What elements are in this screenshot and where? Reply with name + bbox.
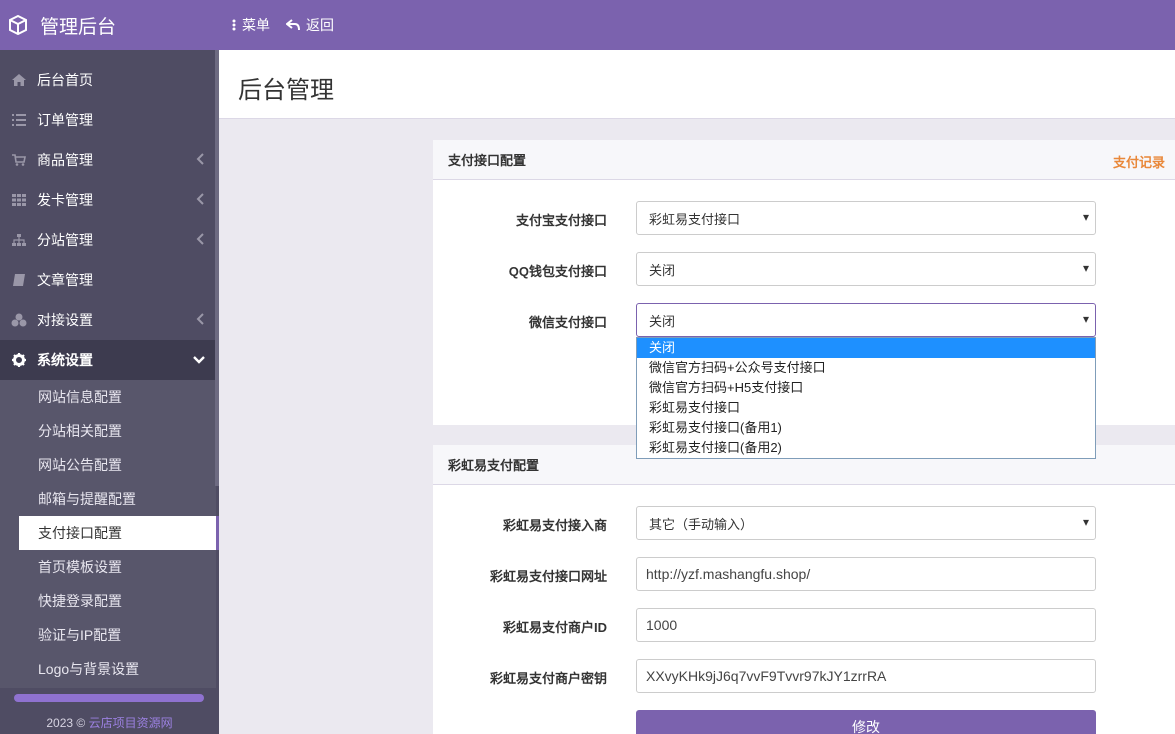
book-icon [11,272,27,288]
panel-title: 彩虹易支付配置 [448,458,540,473]
epay-url-row: 彩虹易支付接口网址 http://yzf.mashangfu.shop/ [433,557,1175,591]
wxpay-dropdown-list[interactable]: 关闭 微信官方扫码+公众号支付接口 微信官方扫码+H5支付接口 彩虹易支付接口 … [636,337,1096,459]
epay-key-row: 彩虹易支付商户密钥 XXvyKHk9jJ6q7vvF9Tvvr97kJY1zrr… [433,659,1175,693]
page-title: 后台管理 [238,77,334,104]
sidebar-item-products[interactable]: 商品管理 [0,140,216,180]
chevron-left-icon [196,233,204,245]
qqpay-label: QQ钱包支付接口 [508,264,607,279]
footer-copyright: 2023 © 云店项目资源网 [0,714,219,731]
sidebar-item-cards[interactable]: 发卡管理 [0,180,216,220]
pay-records-link[interactable]: 支付记录 [1113,152,1165,171]
home-icon [11,72,27,88]
menu-toggle-button[interactable]: 菜单 [232,15,270,35]
chevron-left-icon [196,193,204,205]
chevron-down-icon [193,356,205,364]
epay-key-input[interactable]: XXvyKHk9jJ6q7vvF9Tvvr97kJY1zrrRA [636,659,1096,693]
sidebar: 后台首页 订单管理 商品管理 发卡管理 分站管理 文章管理 对接设置 系统设置 … [0,50,219,734]
epay-config-panel: 彩虹易支付配置 彩虹易支付接入商 其它（手动输入） 彩虹易支付接口网址 http… [433,445,1175,734]
submit-button[interactable]: 修改 [636,710,1096,734]
chevron-left-icon [196,313,204,325]
qqpay-row: QQ钱包支付接口 关闭 [433,252,1175,286]
top-navbar: 管理后台 菜单 返回 [0,0,1175,50]
sitemap-icon [11,232,27,248]
sidebar-item-docking[interactable]: 对接设置 [0,300,216,340]
back-button[interactable]: 返回 [286,15,334,35]
alipay-select[interactable]: 彩虹易支付接口 [636,201,1096,235]
footer-link[interactable]: 云店项目资源网 [89,716,173,730]
epay-provider-label: 彩虹易支付接入商 [502,518,607,533]
wxpay-row: 微信支付接口 关闭 [433,303,1175,337]
sidebar-item-label: 商品管理 [37,152,93,168]
sidebar-item-articles[interactable]: 文章管理 [0,260,216,300]
menu-label: 菜单 [242,17,270,33]
top-nav: 菜单 返回 [232,0,350,50]
sidebar-item-label: 系统设置 [37,352,93,368]
brand-title: 管理后台 [40,16,117,38]
panel-heading: 支付接口配置 支付记录 [433,140,1175,180]
footer-accent-bar [14,694,204,702]
wxpay-label: 微信支付接口 [528,315,607,330]
submenu-item[interactable]: 网站公告配置 [19,448,216,482]
ellipsis-vertical-icon [232,19,236,31]
alipay-row: 支付宝支付接口 彩虹易支付接口 [433,201,1175,235]
reply-icon [286,19,300,31]
sidebar-item-orders[interactable]: 订单管理 [0,100,216,140]
dropdown-option[interactable]: 彩虹易支付接口(备用2) [637,438,1095,458]
cart-icon [11,152,27,168]
submenu-item[interactable]: 分站相关配置 [19,414,216,448]
panel-title: 支付接口配置 [448,153,527,168]
system-submenu: 网站信息配置 分站相关配置 网站公告配置 邮箱与提醒配置 支付接口配置 首页模板… [0,380,219,688]
submenu-item-current[interactable]: 支付接口配置 [19,516,219,550]
sidebar-item-label: 后台首页 [37,72,93,88]
cubes-icon [11,312,27,328]
dropdown-option[interactable]: 彩虹易支付接口 [637,398,1095,418]
dropdown-option[interactable]: 彩虹易支付接口(备用1) [637,418,1095,438]
page-header: 后台管理 [219,50,1175,119]
alipay-label: 支付宝支付接口 [515,213,607,228]
sidebar-item-substations[interactable]: 分站管理 [0,220,216,260]
submenu-item[interactable]: 邮箱与提醒配置 [19,482,216,516]
epay-url-label: 彩虹易支付接口网址 [489,569,607,584]
epay-key-label: 彩虹易支付商户密钥 [489,671,607,686]
grid-icon [11,192,27,208]
list-icon [11,112,27,128]
epay-provider-select[interactable]: 其它（手动输入） [636,506,1096,540]
dropdown-option[interactable]: 微信官方扫码+H5支付接口 [637,378,1095,398]
submenu-item[interactable]: 验证与IP配置 [19,618,216,652]
cube-icon [9,15,27,35]
gear-icon [11,352,27,368]
copyright-year: 2023 © [46,716,86,730]
epay-pid-label: 彩虹易支付商户ID [502,620,607,635]
submenu-item[interactable]: 快捷登录配置 [19,584,216,618]
submenu-item[interactable]: 网站信息配置 [19,380,216,414]
wxpay-select[interactable]: 关闭 [636,303,1096,337]
qqpay-select[interactable]: 关闭 [636,252,1096,286]
epay-pid-input[interactable]: 1000 [636,608,1096,642]
back-label: 返回 [306,17,334,33]
sidebar-item-system[interactable]: 系统设置 [0,340,216,380]
epay-url-input[interactable]: http://yzf.mashangfu.shop/ [636,557,1096,591]
brand[interactable]: 管理后台 [0,0,219,50]
epay-provider-row: 彩虹易支付接入商 其它（手动输入） [433,506,1175,540]
submenu-item[interactable]: 首页模板设置 [19,550,216,584]
sidebar-item-home[interactable]: 后台首页 [0,60,216,100]
dropdown-option-selected[interactable]: 关闭 [637,338,1095,358]
sidebar-item-label: 分站管理 [37,232,93,248]
sidebar-footer: 2023 © 云店项目资源网 [0,688,219,734]
sidebar-item-label: 文章管理 [37,272,93,288]
sidebar-item-label: 对接设置 [37,312,93,328]
chevron-left-icon [196,153,204,165]
sidebar-item-label: 发卡管理 [37,192,93,208]
submenu-item[interactable]: Logo与背景设置 [19,652,216,686]
dropdown-option[interactable]: 微信官方扫码+公众号支付接口 [637,358,1095,378]
sidebar-item-label: 订单管理 [37,112,93,128]
epay-pid-row: 彩虹易支付商户ID 1000 [433,608,1175,642]
